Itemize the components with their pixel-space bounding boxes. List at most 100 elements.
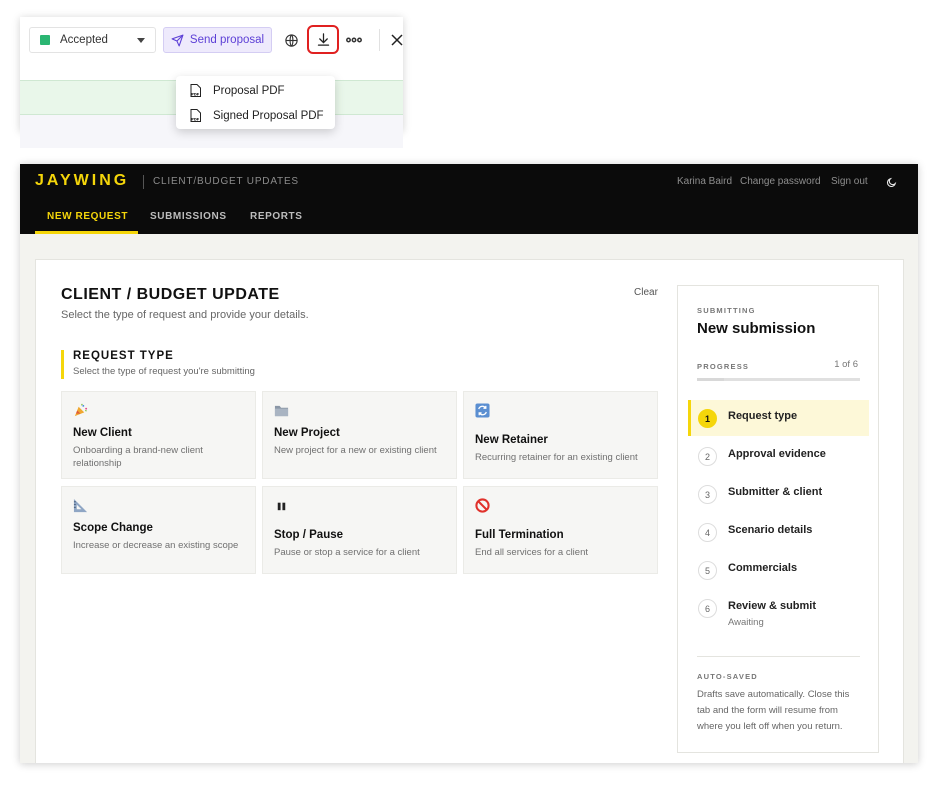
request-type-new-retainer[interactable]: New Retainer Recurring retainer for an e… (463, 391, 658, 479)
step-approval-evidence[interactable]: 2 Approval evidence (688, 438, 869, 474)
step-label: Approval evidence (728, 448, 826, 460)
clear-button[interactable]: Clear (634, 287, 658, 298)
download-icon (317, 33, 329, 46)
svg-text:PDF: PDF (191, 93, 200, 97)
chevron-down-icon (137, 38, 145, 43)
autosave-label: AUTO-SAVED (697, 672, 758, 681)
step-label: Commercials (728, 562, 798, 574)
repeat-icon (475, 403, 490, 418)
step-scenario-details[interactable]: 4 Scenario details (688, 514, 869, 550)
sign-out-link[interactable]: Sign out (831, 176, 868, 187)
tile-description: Recurring retainer for an existing clien… (475, 452, 638, 463)
step-label: Request type (728, 410, 798, 422)
menu-item-proposal-pdf[interactable]: PDF Proposal PDF (176, 78, 335, 103)
page-title: CLIENT / BUDGET UPDATE (61, 286, 280, 303)
pause-icon (277, 502, 286, 511)
tile-title: Scope Change (73, 522, 153, 534)
section-subtitle: Select the type of request you're submit… (73, 366, 255, 377)
send-proposal-button[interactable]: Send proposal (163, 27, 272, 53)
step-label: Submitter & client (728, 486, 823, 498)
submission-progress-card: SUBMITTING New submission PROGRESS 1 of … (677, 285, 879, 753)
step-label: Scenario details (728, 524, 813, 536)
tab-reports[interactable]: REPORTS (250, 211, 303, 222)
pdf-icon: PDF (190, 109, 201, 122)
svg-text:PDF: PDF (191, 118, 200, 122)
autosave-note: Drafts save automatically. Close this ta… (697, 689, 850, 732)
more-options-button[interactable] (343, 31, 365, 49)
party-popper-icon (74, 403, 88, 417)
step-number: 6 (698, 599, 717, 618)
tab-new-request[interactable]: NEW REQUEST (47, 211, 128, 222)
proposal-toolbar-card: Accepted Send proposal PDF Proposal PDF … (20, 17, 403, 148)
request-type-scope-change[interactable]: Scope Change Increase or decrease an exi… (61, 486, 256, 574)
tile-description: Pause or stop a service for a client (274, 547, 420, 558)
download-menu: PDF Proposal PDF PDF Signed Proposal PDF (176, 76, 335, 129)
menu-item-label: Proposal PDF (213, 84, 285, 97)
tile-description: End all services for a client (475, 547, 588, 558)
app-window: JAYWING CLIENT/BUDGET UPDATES Karina Bai… (20, 164, 918, 763)
moon-icon[interactable] (886, 177, 897, 188)
menu-item-label: Signed Proposal PDF (213, 109, 324, 122)
more-icon (346, 37, 362, 43)
step-request-type[interactable]: 1 Request type (688, 400, 869, 436)
ruler-triangle-icon (73, 498, 88, 513)
progress-bar (697, 378, 860, 381)
tile-description: New project for a new or existing client (274, 445, 437, 456)
request-type-section-header: REQUEST TYPE Select the type of request … (61, 350, 255, 379)
progress-count: 1 of 6 (834, 359, 858, 370)
request-form-panel: CLIENT / BUDGET UPDATE Select the type o… (35, 259, 904, 763)
section-title: REQUEST TYPE (73, 350, 174, 362)
globe-button[interactable] (281, 29, 301, 51)
submitting-label: SUBMITTING (697, 306, 756, 315)
tile-title: New Retainer (475, 434, 548, 446)
status-label: Accepted (60, 34, 108, 46)
tile-description: Increase or decrease an existing scope (73, 540, 239, 551)
progress-bar-fill (697, 378, 725, 381)
app-subtitle: CLIENT/BUDGET UPDATES (153, 176, 299, 187)
header-divider (143, 175, 144, 189)
active-tab-indicator (35, 231, 138, 234)
request-type-full-termination[interactable]: Full Termination End all services for a … (463, 486, 658, 574)
no-entry-icon (475, 498, 490, 513)
request-type-new-client[interactable]: New Client Onboarding a brand-new client… (61, 391, 256, 479)
folder-icon (274, 405, 289, 417)
step-number: 2 (698, 447, 717, 466)
page-subtitle: Select the type of request and provide y… (61, 309, 309, 321)
send-icon (171, 34, 184, 46)
close-icon (391, 34, 403, 46)
step-label: Review & submit (728, 600, 817, 612)
side-divider (697, 656, 860, 657)
step-number: 1 (698, 409, 717, 428)
step-number: 3 (698, 485, 717, 504)
change-password-link[interactable]: Change password (740, 176, 821, 187)
pdf-icon: PDF (190, 84, 201, 97)
request-type-stop-pause[interactable]: Stop / Pause Pause or stop a service for… (262, 486, 457, 574)
user-name: Karina Baird (677, 176, 733, 187)
request-type-new-project[interactable]: New Project New project for a new or exi… (262, 391, 457, 479)
close-button[interactable] (387, 30, 407, 50)
proposal-toolbar: Accepted Send proposal (20, 17, 403, 63)
globe-icon (284, 33, 298, 47)
step-submitter-client[interactable]: 3 Submitter & client (688, 476, 869, 512)
step-number: 5 (698, 561, 717, 580)
jaywing-logo[interactable]: JAYWING (35, 172, 129, 190)
tile-description: Onboarding a brand-new client relationsh… (73, 445, 203, 469)
toolbar-divider (379, 29, 380, 51)
download-button[interactable] (307, 25, 339, 54)
menu-item-signed-proposal-pdf[interactable]: PDF Signed Proposal PDF (176, 103, 335, 128)
tile-title: New Project (274, 427, 340, 439)
app-header: JAYWING CLIENT/BUDGET UPDATES Karina Bai… (20, 164, 918, 234)
submission-title: New submission (697, 320, 816, 337)
status-dropdown[interactable]: Accepted (29, 27, 156, 53)
step-review-submit[interactable]: 6 Review & submit Awaiting (688, 590, 869, 634)
step-number: 4 (698, 523, 717, 542)
step-commercials[interactable]: 5 Commercials (688, 552, 869, 588)
tile-title: New Client (73, 427, 132, 439)
send-proposal-label: Send proposal (189, 34, 265, 46)
status-indicator (40, 35, 50, 45)
tile-title: Stop / Pause (274, 529, 344, 541)
step-status: Awaiting (728, 617, 764, 628)
tile-title: Full Termination (475, 529, 564, 541)
tab-submissions[interactable]: SUBMISSIONS (150, 211, 227, 222)
progress-label: PROGRESS (697, 362, 750, 371)
